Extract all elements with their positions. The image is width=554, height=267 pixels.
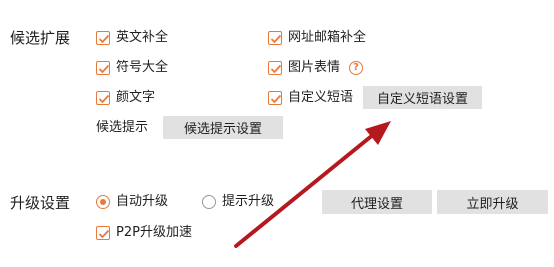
help-question-icon[interactable]: ? — [349, 61, 363, 75]
checkbox-custom-phrase[interactable] — [268, 91, 282, 105]
check-icon — [98, 34, 110, 44]
checkbox-kaomoji[interactable] — [96, 91, 110, 105]
check-icon — [98, 94, 110, 104]
upgrade-now-button[interactable]: 立即升级 — [437, 190, 548, 214]
checkbox-english-completion[interactable] — [96, 31, 110, 45]
checkbox-p2p-acceleration[interactable] — [96, 226, 110, 240]
custom-phrase-settings-button[interactable]: 自定义短语设置 — [363, 86, 482, 109]
candidate-hint-settings-button[interactable]: 候选提示设置 — [163, 116, 283, 139]
option-label-kaomoji: 颜文字 — [116, 90, 156, 105]
check-icon — [270, 64, 282, 74]
radio-label-prompt-upgrade: 提示升级 — [222, 194, 275, 209]
p2p-acceleration-label: P2P升级加速 — [116, 225, 192, 240]
section-title-candidate-expansion: 候选扩展 — [10, 29, 71, 47]
check-icon — [98, 229, 110, 239]
check-icon — [98, 64, 110, 74]
section-title-upgrade-settings: 升级设置 — [10, 194, 71, 212]
option-label-image-emoji: 图片表情 — [288, 60, 341, 75]
option-label-custom-phrase: 自定义短语 — [288, 90, 354, 105]
option-label-english-completion: 英文补全 — [116, 30, 169, 45]
check-icon — [270, 94, 282, 104]
checkbox-url-email-completion[interactable] — [268, 31, 282, 45]
candidate-hint-label: 候选提示 — [96, 120, 149, 135]
checkbox-image-emoji[interactable] — [268, 61, 282, 75]
radio-label-auto-upgrade: 自动升级 — [116, 194, 169, 209]
radio-prompt-upgrade[interactable] — [202, 195, 216, 209]
option-label-symbols: 符号大全 — [116, 60, 169, 75]
option-label-url-email-completion: 网址邮箱补全 — [288, 30, 367, 45]
radio-auto-upgrade[interactable] — [96, 195, 110, 209]
check-icon — [270, 34, 282, 44]
proxy-settings-button[interactable]: 代理设置 — [322, 190, 432, 214]
checkbox-symbols[interactable] — [96, 61, 110, 75]
